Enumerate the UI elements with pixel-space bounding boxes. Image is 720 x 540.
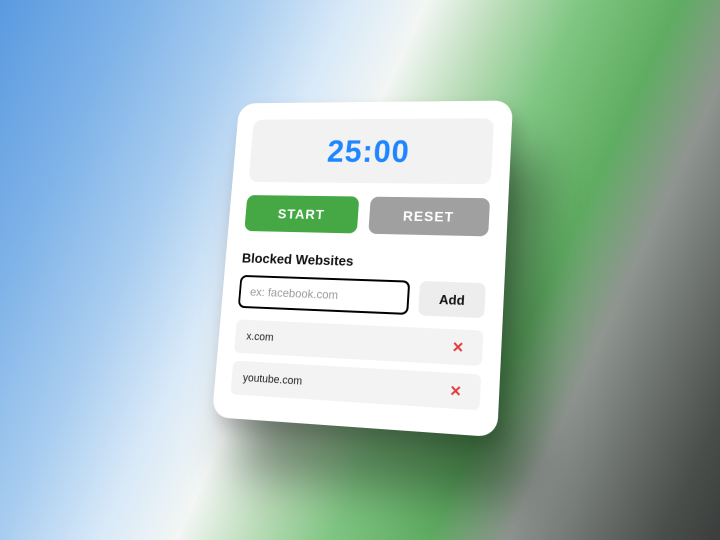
timer-controls: START RESET bbox=[244, 195, 490, 236]
start-button[interactable]: START bbox=[244, 195, 359, 233]
blocked-site-name: x.com bbox=[246, 330, 274, 343]
add-button[interactable]: Add bbox=[418, 280, 486, 317]
remove-icon[interactable]: ✕ bbox=[449, 383, 462, 398]
blocked-site-item: youtube.com ✕ bbox=[230, 360, 481, 410]
pomodoro-card: 25:00 START RESET Blocked Websites Add x… bbox=[212, 100, 513, 437]
timer-display: 25:00 bbox=[248, 118, 494, 184]
blocked-section-title: Blocked Websites bbox=[241, 250, 487, 273]
blocked-site-item: x.com ✕ bbox=[234, 319, 483, 366]
add-site-row: Add bbox=[238, 274, 486, 317]
site-url-input[interactable] bbox=[238, 274, 410, 314]
reset-button[interactable]: RESET bbox=[368, 196, 490, 236]
remove-icon[interactable]: ✕ bbox=[452, 339, 465, 354]
blocked-site-name: youtube.com bbox=[242, 372, 302, 388]
timer-value: 25:00 bbox=[250, 133, 494, 169]
